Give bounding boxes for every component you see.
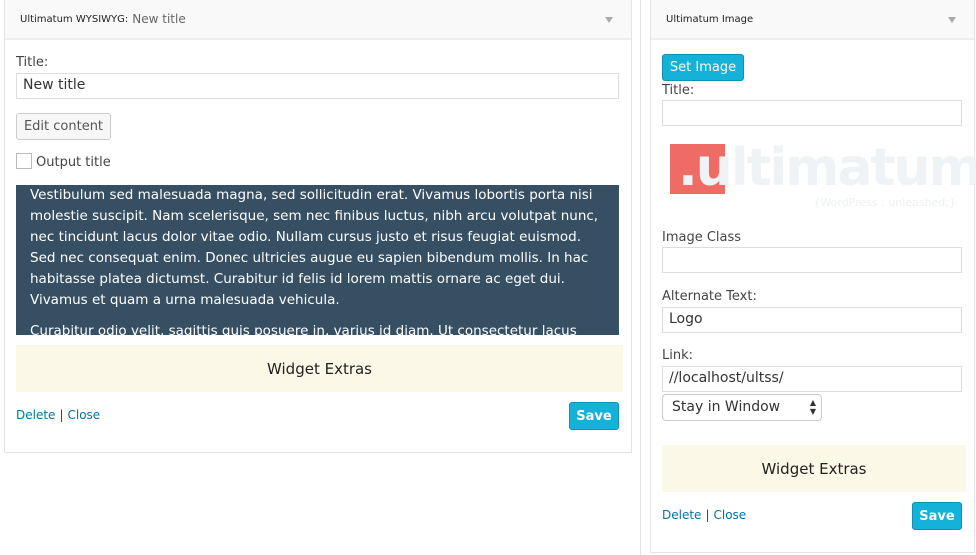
widget-extras[interactable]: Widget Extras [662,445,966,492]
widget-header[interactable]: Ultimatum Image [651,0,974,40]
widget-title: Ultimatum Image [666,13,754,25]
select-arrows-icon: ▲ ▼ [809,398,816,416]
collapse-arrow-icon[interactable] [948,17,956,23]
edit-content-button[interactable]: Edit content [16,113,111,140]
set-image-button[interactable]: Set Image [662,54,744,81]
save-button[interactable]: Save [912,502,962,530]
link-label: Link: [662,348,694,363]
widget-subtitle: New title [132,12,186,26]
close-link[interactable]: Close [67,408,100,422]
widget-title: Ultimatum WYSIWYG: [20,13,129,25]
separator: | [705,508,710,522]
alt-text-label: Alternate Text: [662,289,757,304]
title-input[interactable]: New title [16,73,619,99]
content-paragraph: Vestibulum sed malesuada magna, sed soll… [30,187,599,308]
widget-extras[interactable]: Widget Extras [16,345,623,392]
divider [640,0,641,555]
separator: | [59,408,64,422]
delete-link[interactable]: Delete [16,408,55,422]
delete-link[interactable]: Delete [662,508,701,522]
image-class-input[interactable] [662,247,962,273]
output-title-checkbox[interactable] [16,153,32,169]
widget-header[interactable]: Ultimatum WYSIWYG: New title [5,0,631,40]
output-title-label: Output title [36,155,111,170]
save-button[interactable]: Save [569,402,619,430]
logo-tagline: {WordPress : unleashed;} [813,196,956,209]
window-select-value: Stay in Window [672,399,781,415]
ultimatum-logo: .ultimatum {WordPress : unleashed;} [670,138,976,210]
close-link[interactable]: Close [713,508,746,522]
content-preview: Vestibulum sed malesuada magna, sed soll… [16,185,619,335]
window-select[interactable]: Stay in Window ▲ ▼ [662,394,822,421]
image-title-input[interactable] [662,100,962,126]
alt-text-input[interactable]: Logo [662,307,962,333]
content-paragraph: Curabitur odio velit, sagittis quis posu… [30,323,577,335]
image-title-label: Title: [662,83,695,98]
title-label: Title: [16,55,49,70]
link-input[interactable]: //localhost/ultss/ [662,366,962,392]
image-class-label: Image Class [662,230,742,245]
collapse-arrow-icon[interactable] [605,17,613,23]
